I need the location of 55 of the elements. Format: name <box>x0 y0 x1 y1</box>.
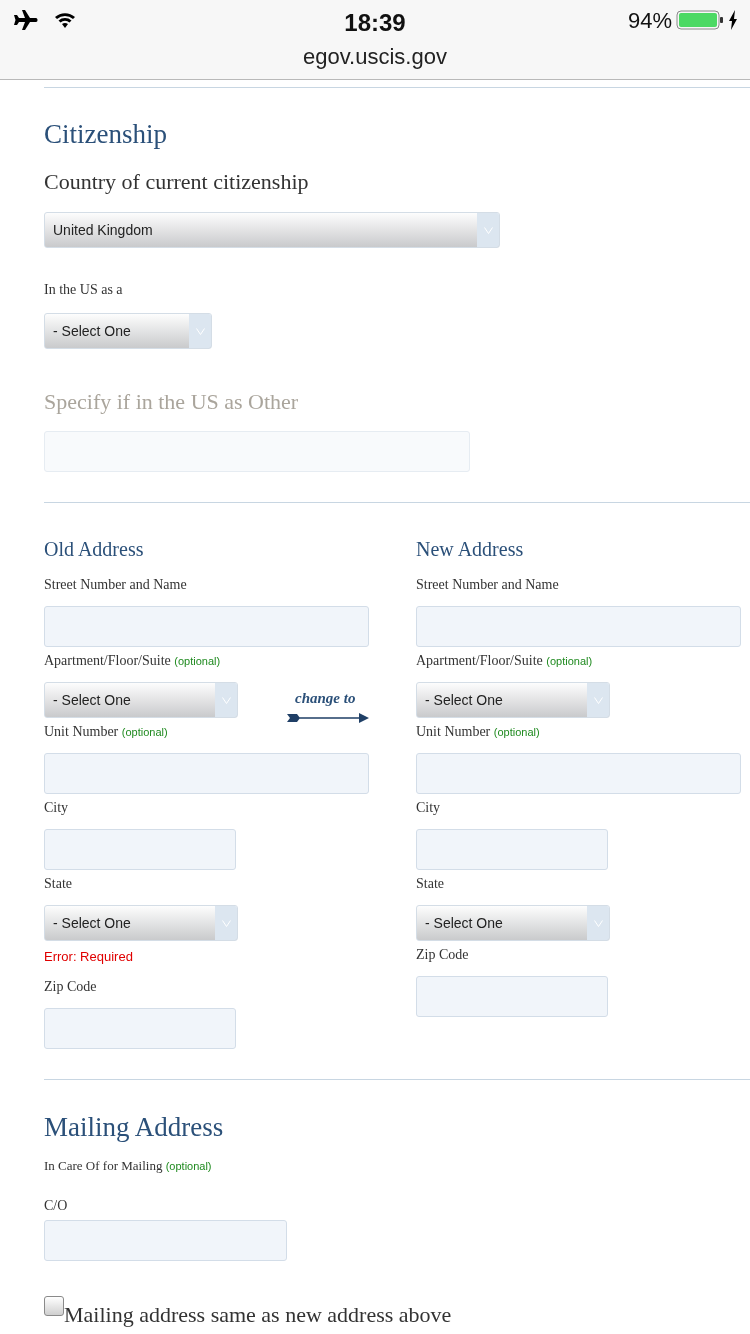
checkbox[interactable] <box>44 1296 64 1316</box>
field-label: In the US as a <box>44 281 123 299</box>
section-heading: Citizenship <box>44 118 167 151</box>
question-label: Country of current citizenship <box>44 168 309 196</box>
input-field[interactable] <box>416 753 741 794</box>
caret-icon <box>221 919 231 927</box>
battery-percentage: 94% <box>627 6 672 35</box>
url-text[interactable]: egov.uscis.gov <box>303 40 447 73</box>
input-field[interactable] <box>44 829 236 870</box>
field-label: Zip Code <box>44 978 97 996</box>
input-field[interactable] <box>44 431 470 472</box>
section-heading: New Address <box>416 537 524 562</box>
field-label: C/O <box>44 1197 68 1215</box>
question-label: Specify if in the US as Other <box>44 388 299 416</box>
field-label: Apartment/Floor/Suite (optional) <box>44 652 221 670</box>
arrow-icon <box>287 712 369 724</box>
dropdown[interactable]: - Select One <box>416 682 610 718</box>
input-field[interactable] <box>44 1008 236 1049</box>
field-label: Unit Number (optional) <box>416 723 540 741</box>
dropdown[interactable]: - Select One <box>44 682 238 718</box>
field-label: City <box>416 799 441 817</box>
section-heading: Mailing Address <box>44 1111 224 1144</box>
battery-icon <box>676 10 724 30</box>
caret-icon <box>593 696 603 704</box>
dropdown[interactable]: - Select One <box>44 313 212 349</box>
caret-icon <box>195 327 205 335</box>
field-label: City <box>44 799 69 817</box>
field-label: Street Number and Name <box>44 576 187 594</box>
input-field[interactable] <box>44 606 369 647</box>
wifi-icon <box>54 11 76 29</box>
field-label: Street Number and Name <box>416 576 559 594</box>
field-label: Unit Number (optional) <box>44 723 168 741</box>
field-label: In Care Of for Mailing (optional) <box>44 1157 212 1175</box>
field-label: State <box>44 875 72 893</box>
input-field[interactable] <box>44 753 369 794</box>
input-field[interactable] <box>44 1220 287 1261</box>
field-label: State <box>416 875 444 893</box>
caret-icon <box>593 919 603 927</box>
input-field[interactable] <box>416 606 741 647</box>
caret-icon <box>483 226 493 234</box>
input-field[interactable] <box>416 976 608 1017</box>
checkbox-label: Mailing address same as new address above <box>64 1301 452 1329</box>
field-label: Apartment/Floor/Suite (optional) <box>416 652 593 670</box>
input-field[interactable] <box>416 829 608 870</box>
field-label: Zip Code <box>416 946 469 964</box>
dropdown[interactable]: United Kingdom <box>44 212 500 248</box>
charging-icon <box>728 10 738 30</box>
airplane-icon <box>12 9 38 31</box>
caret-icon <box>221 696 231 704</box>
dropdown[interactable]: - Select One <box>416 905 610 941</box>
time: 18:39 <box>344 8 406 38</box>
section-heading: Old Address <box>44 537 144 562</box>
error-message: Error: Required <box>44 948 133 966</box>
connector-label: change to <box>295 689 356 708</box>
dropdown[interactable]: - Select One <box>44 905 238 941</box>
